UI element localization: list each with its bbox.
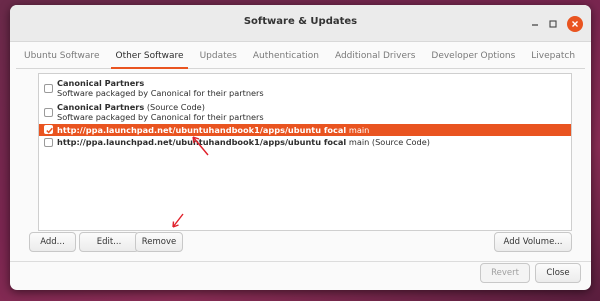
tab-authentication[interactable]: Authentication (245, 45, 327, 68)
add-button[interactable]: Add... (29, 232, 76, 252)
checkmark-icon (46, 127, 53, 134)
remove-button[interactable]: Remove (135, 232, 183, 252)
source-title-suffix: (Source Code) (144, 102, 205, 112)
annotation-arrow-icon (192, 136, 209, 156)
minimize-icon (532, 24, 538, 26)
close-button[interactable]: Close (535, 263, 581, 283)
tab-additional-drivers[interactable]: Additional Drivers (327, 45, 423, 68)
tab-developer-options[interactable]: Developer Options (423, 45, 523, 68)
close-icon (572, 21, 578, 27)
source-checkbox[interactable] (44, 84, 53, 93)
revert-button[interactable]: Revert (480, 263, 530, 283)
sources-list[interactable]: Canonical Partners Software packaged by … (38, 73, 572, 231)
tab-updates[interactable]: Updates (192, 45, 245, 68)
source-title: Canonical Partners (57, 78, 145, 88)
software-updates-window: Software & Updates Ubuntu Software Other… (10, 5, 591, 290)
tab-livepatch[interactable]: Livepatch (523, 45, 583, 68)
maximize-button[interactable] (545, 16, 561, 32)
edit-button[interactable]: Edit... (79, 232, 139, 252)
minimize-button[interactable] (527, 16, 543, 32)
title-bar: Software & Updates (10, 5, 591, 42)
source-title-line: Canonical Partners (Source Code) (57, 102, 205, 112)
list-item[interactable]: http://ppa.launchpad.net/ubuntuhandbook1… (39, 136, 571, 148)
maximize-icon (549, 20, 557, 28)
divider (10, 261, 591, 262)
tab-ubuntu-software[interactable]: Ubuntu Software (16, 45, 107, 68)
annotation-arrow-icon (172, 213, 184, 228)
source-subtitle: Software packaged by Canonical for their… (57, 112, 264, 122)
source-checkbox[interactable] (44, 138, 53, 147)
list-item-selected[interactable]: http://ppa.launchpad.net/ubuntuhandbook1… (39, 124, 571, 136)
window-title: Software & Updates (243, 16, 358, 27)
source-subtitle: Software packaged by Canonical for their… (57, 88, 264, 98)
source-checkbox[interactable] (44, 108, 53, 117)
source-component: main (346, 125, 370, 135)
source-component: main (Source Code) (346, 137, 430, 147)
tab-other-software[interactable]: Other Software (107, 45, 191, 69)
add-volume-button[interactable]: Add Volume... (494, 232, 572, 252)
tab-bar: Ubuntu Software Other Software Updates A… (16, 45, 585, 69)
source-checkbox-checked[interactable] (44, 125, 53, 134)
list-item[interactable]: Canonical Partners Software packaged by … (39, 76, 571, 100)
close-window-button[interactable] (567, 16, 583, 32)
source-title: Canonical Partners (57, 102, 145, 112)
list-item[interactable]: Canonical Partners (Source Code) Softwar… (39, 100, 571, 124)
source-url-line: http://ppa.launchpad.net/ubuntuhandbook1… (57, 137, 430, 147)
